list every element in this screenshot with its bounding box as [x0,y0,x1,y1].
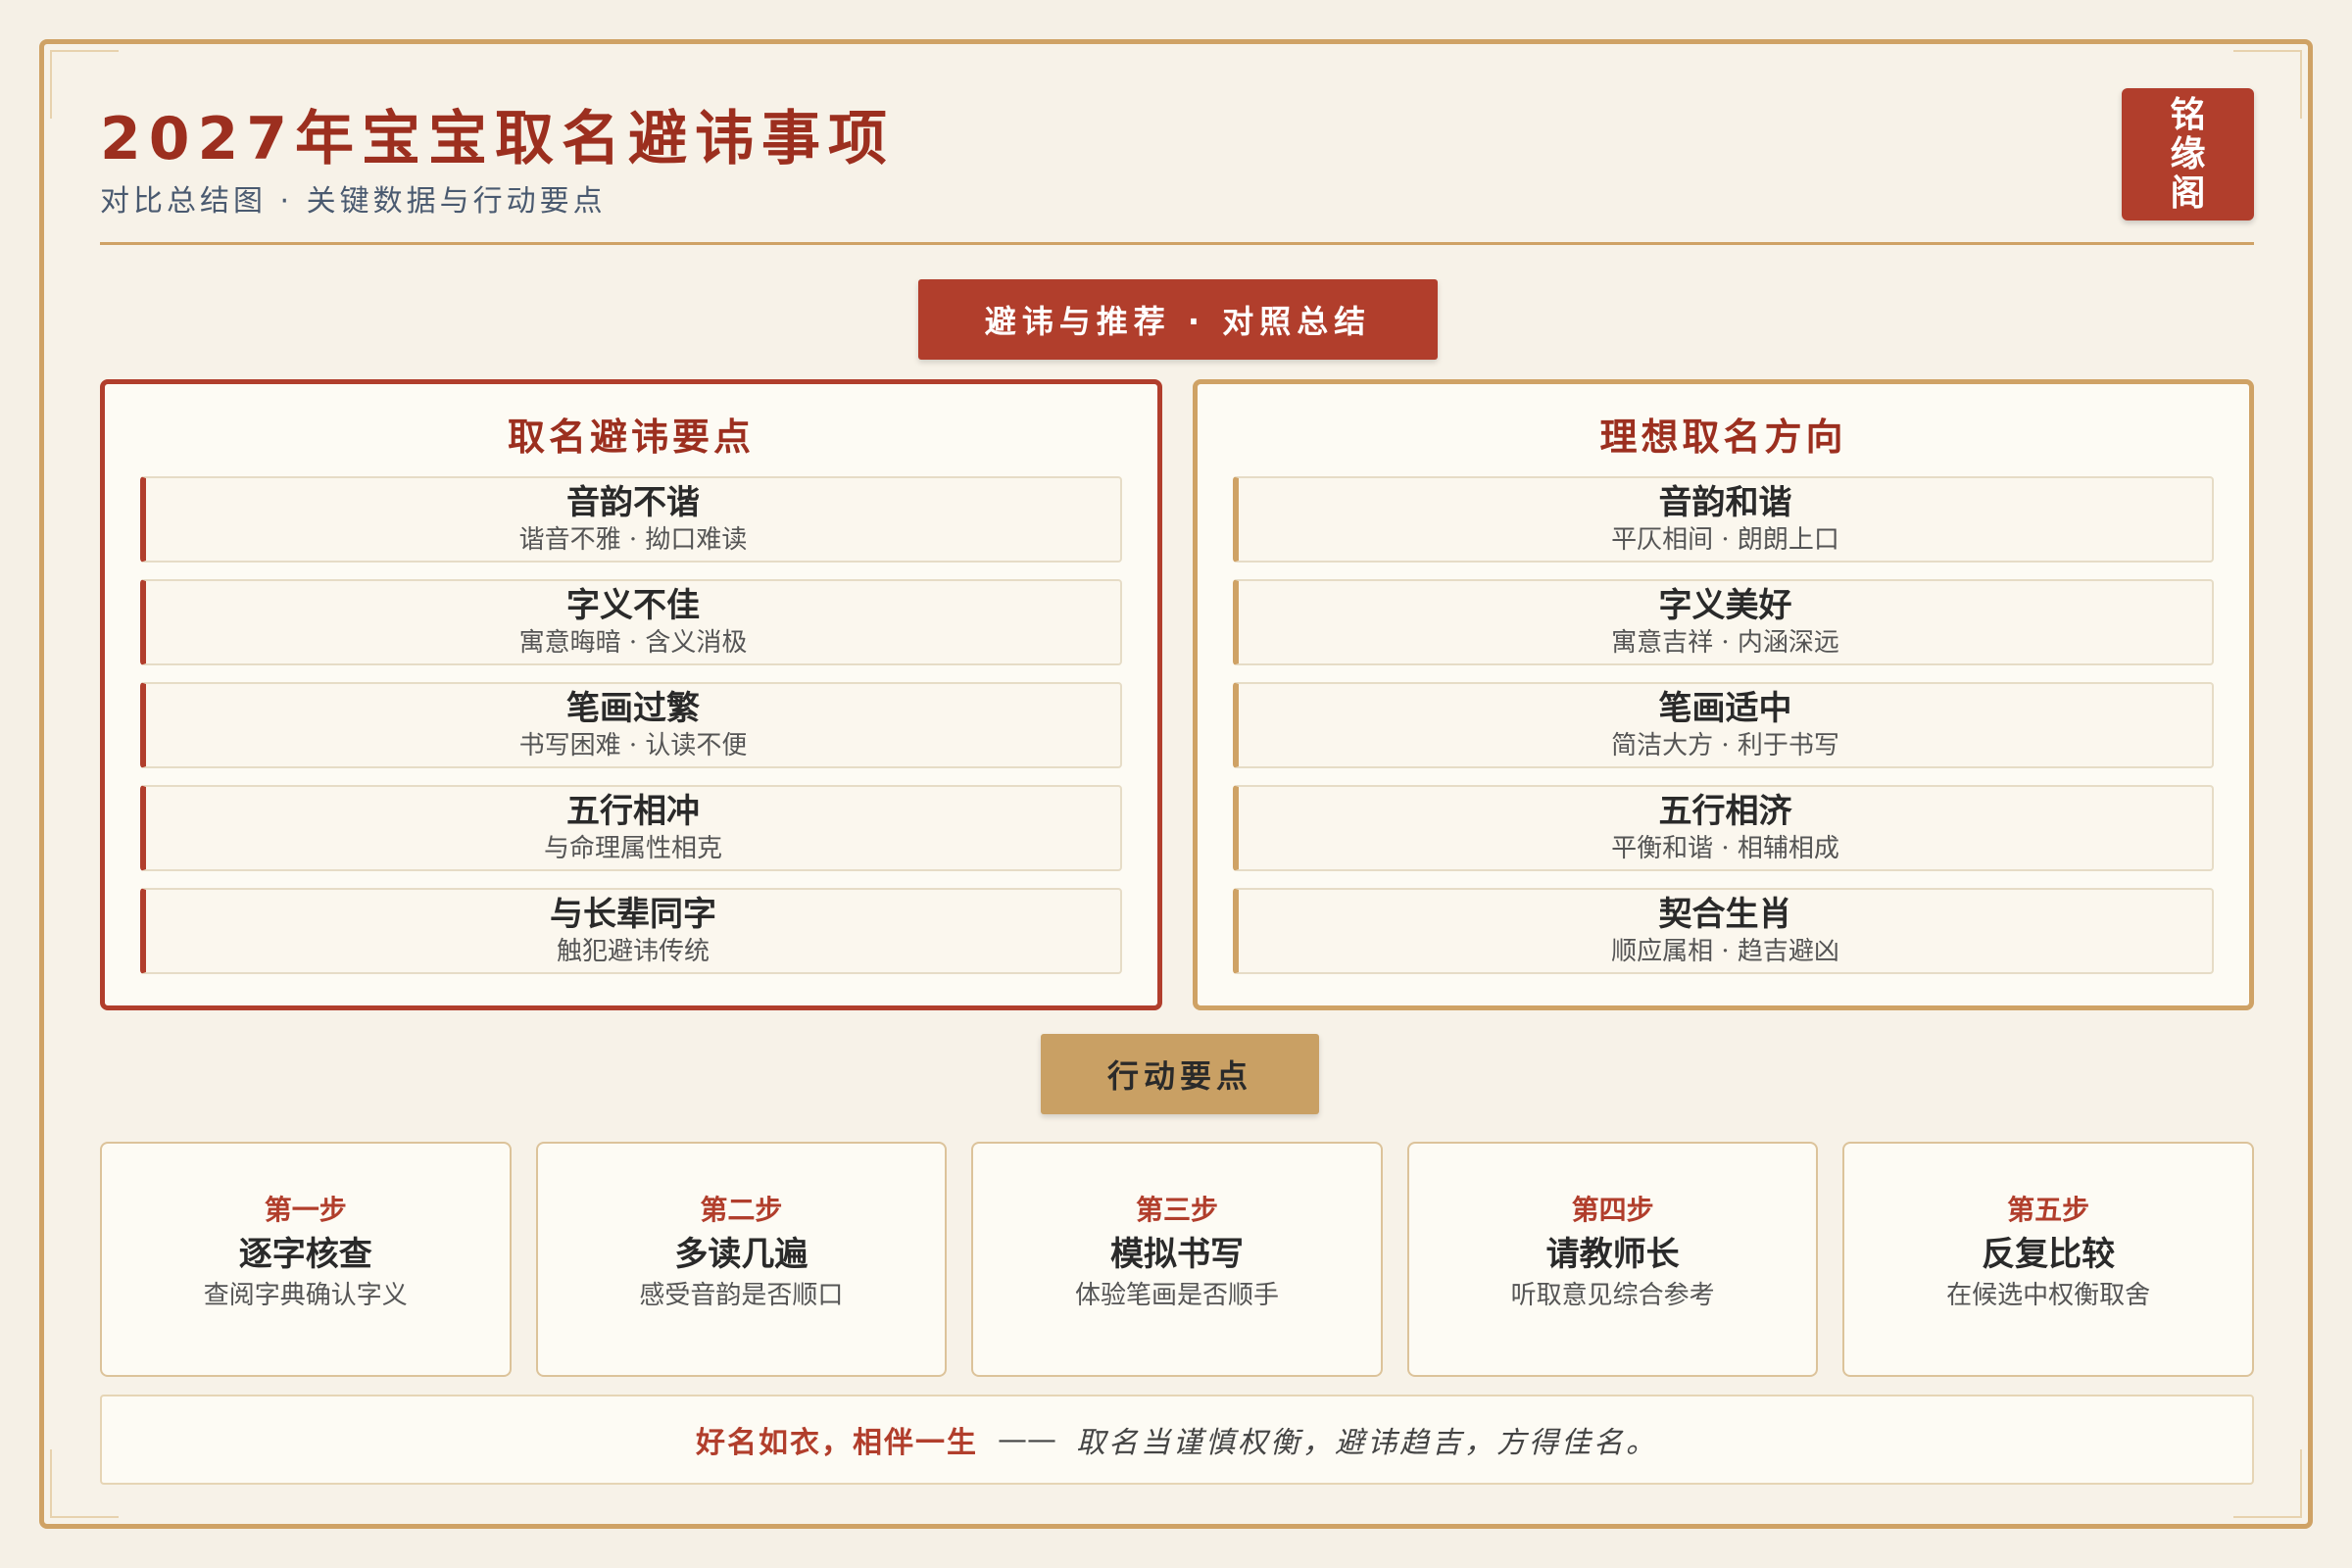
avoid-item-title: 音韵不谐 [566,483,700,522]
step-title: 模拟书写 [1109,1235,1244,1274]
avoid-list: 音韵不谐 谐音不雅 · 拗口难读 字义不佳 寓意晦暗 · 含义消极 笔画过繁 书… [140,476,1122,974]
avoid-item-title: 五行相冲 [566,792,700,831]
step-title: 反复比较 [1982,1235,2116,1274]
ideal-item-title: 字义美好 [1658,586,1792,625]
step-desc: 查阅字典确认字义 [203,1281,408,1310]
avoid-item: 字义不佳 寓意晦暗 · 含义消极 [140,579,1122,665]
step-desc: 听取意见综合参考 [1510,1281,1715,1310]
avoid-item-title: 字义不佳 [566,586,700,625]
ideal-item-desc: 简洁大方 · 利于书写 [1611,731,1839,760]
step-card: 第三步 模拟书写 体验笔画是否顺手 [971,1142,1383,1377]
ideal-item-title: 契合生肖 [1658,895,1792,934]
ideal-item-desc: 平衡和谐 · 相辅相成 [1611,834,1839,863]
seal-char: 阁 [2170,172,2206,214]
footer-dash: —— [998,1422,1056,1457]
footer-slogan: 好名如衣，相伴一生 [696,1426,978,1460]
seal-logo: 铭 缘 阁 [2122,88,2254,220]
avoid-item-desc: 寓意晦暗 · 含义消极 [518,628,748,658]
ideal-item-title: 五行相济 [1658,792,1792,831]
avoid-item-title: 与长辈同字 [550,895,716,934]
action-banner: 行动要点 [1041,1034,1319,1114]
ideal-item-title: 音韵和谐 [1658,483,1792,522]
avoid-item: 音韵不谐 谐音不雅 · 拗口难读 [140,476,1122,563]
action-steps: 第一步 逐字核查 查阅字典确认字义 第二步 多读几遍 感受音韵是否顺口 第三步 … [100,1142,2254,1377]
avoid-item: 与长辈同字 触犯避讳传统 [140,888,1122,974]
avoid-item-title: 笔画过繁 [566,689,700,728]
page-frame: 2027年宝宝取名避讳事项 对比总结图 · 关键数据与行动要点 铭 缘 阁 避讳… [39,39,2313,1529]
page-subtitle: 对比总结图 · 关键数据与行动要点 [100,184,607,219]
step-card: 第五步 反复比较 在候选中权衡取舍 [1842,1142,2254,1377]
step-title: 请教师长 [1545,1235,1680,1274]
step-desc: 体验笔画是否顺手 [1074,1281,1279,1310]
step-title: 多读几遍 [674,1235,808,1274]
ideal-item-desc: 顺应属相 · 趋吉避凶 [1611,937,1839,966]
comparison-banner: 避讳与推荐 · 对照总结 [918,279,1438,360]
ideal-panel-title: 理想取名方向 [1599,416,1847,459]
avoid-item-desc: 与命理属性相克 [543,834,722,863]
ideal-item: 契合生肖 顺应属相 · 趋吉避凶 [1233,888,2214,974]
step-desc: 感受音韵是否顺口 [639,1281,844,1310]
step-desc: 在候选中权衡取舍 [1946,1281,2151,1310]
ideal-panel: 理想取名方向 音韵和谐 平仄相间 · 朗朗上口 字义美好 寓意吉祥 · 内涵深远… [1193,379,2254,1010]
step-number: 第一步 [264,1194,347,1226]
step-card: 第四步 请教师长 听取意见综合参考 [1406,1142,1819,1377]
step-card: 第二步 多读几遍 感受音韵是否顺口 [535,1142,948,1377]
step-number: 第四步 [1571,1194,1654,1226]
ideal-item-desc: 寓意吉祥 · 内涵深远 [1611,628,1839,658]
ideal-item: 音韵和谐 平仄相间 · 朗朗上口 [1233,476,2214,563]
header-divider [100,242,2254,245]
step-number: 第三步 [1135,1194,1218,1226]
ideal-item: 字义美好 寓意吉祥 · 内涵深远 [1233,579,2214,665]
step-title: 逐字核查 [238,1235,372,1274]
step-number: 第二步 [700,1194,783,1226]
ideal-item: 笔画适中 简洁大方 · 利于书写 [1233,682,2214,768]
seal-char: 缘 [2170,133,2206,174]
ideal-item: 五行相济 平衡和谐 · 相辅相成 [1233,785,2214,871]
step-number: 第五步 [2007,1194,2090,1226]
footer-motto: 好名如衣，相伴一生 —— 取名当谨慎权衡，避讳趋吉，方得佳名。 [100,1395,2254,1485]
avoid-panel: 取名避讳要点 音韵不谐 谐音不雅 · 拗口难读 字义不佳 寓意晦暗 · 含义消极… [100,379,1162,1010]
avoid-panel-title: 取名避讳要点 [507,416,755,459]
footer-text: 取名当谨慎权衡，避讳趋吉，方得佳名。 [1076,1426,1658,1460]
page-title: 2027年宝宝取名避讳事项 [100,105,895,173]
avoid-item: 五行相冲 与命理属性相克 [140,785,1122,871]
ideal-item-desc: 平仄相间 · 朗朗上口 [1611,525,1839,555]
avoid-item: 笔画过繁 书写困难 · 认读不便 [140,682,1122,768]
ideal-list: 音韵和谐 平仄相间 · 朗朗上口 字义美好 寓意吉祥 · 内涵深远 笔画适中 简… [1233,476,2214,974]
seal-char: 铭 [2170,94,2206,135]
avoid-item-desc: 书写困难 · 认读不便 [518,731,748,760]
step-card: 第一步 逐字核查 查阅字典确认字义 [100,1142,512,1377]
ideal-item-title: 笔画适中 [1658,689,1792,728]
avoid-item-desc: 谐音不雅 · 拗口难读 [518,525,748,555]
avoid-item-desc: 触犯避讳传统 [556,937,710,966]
